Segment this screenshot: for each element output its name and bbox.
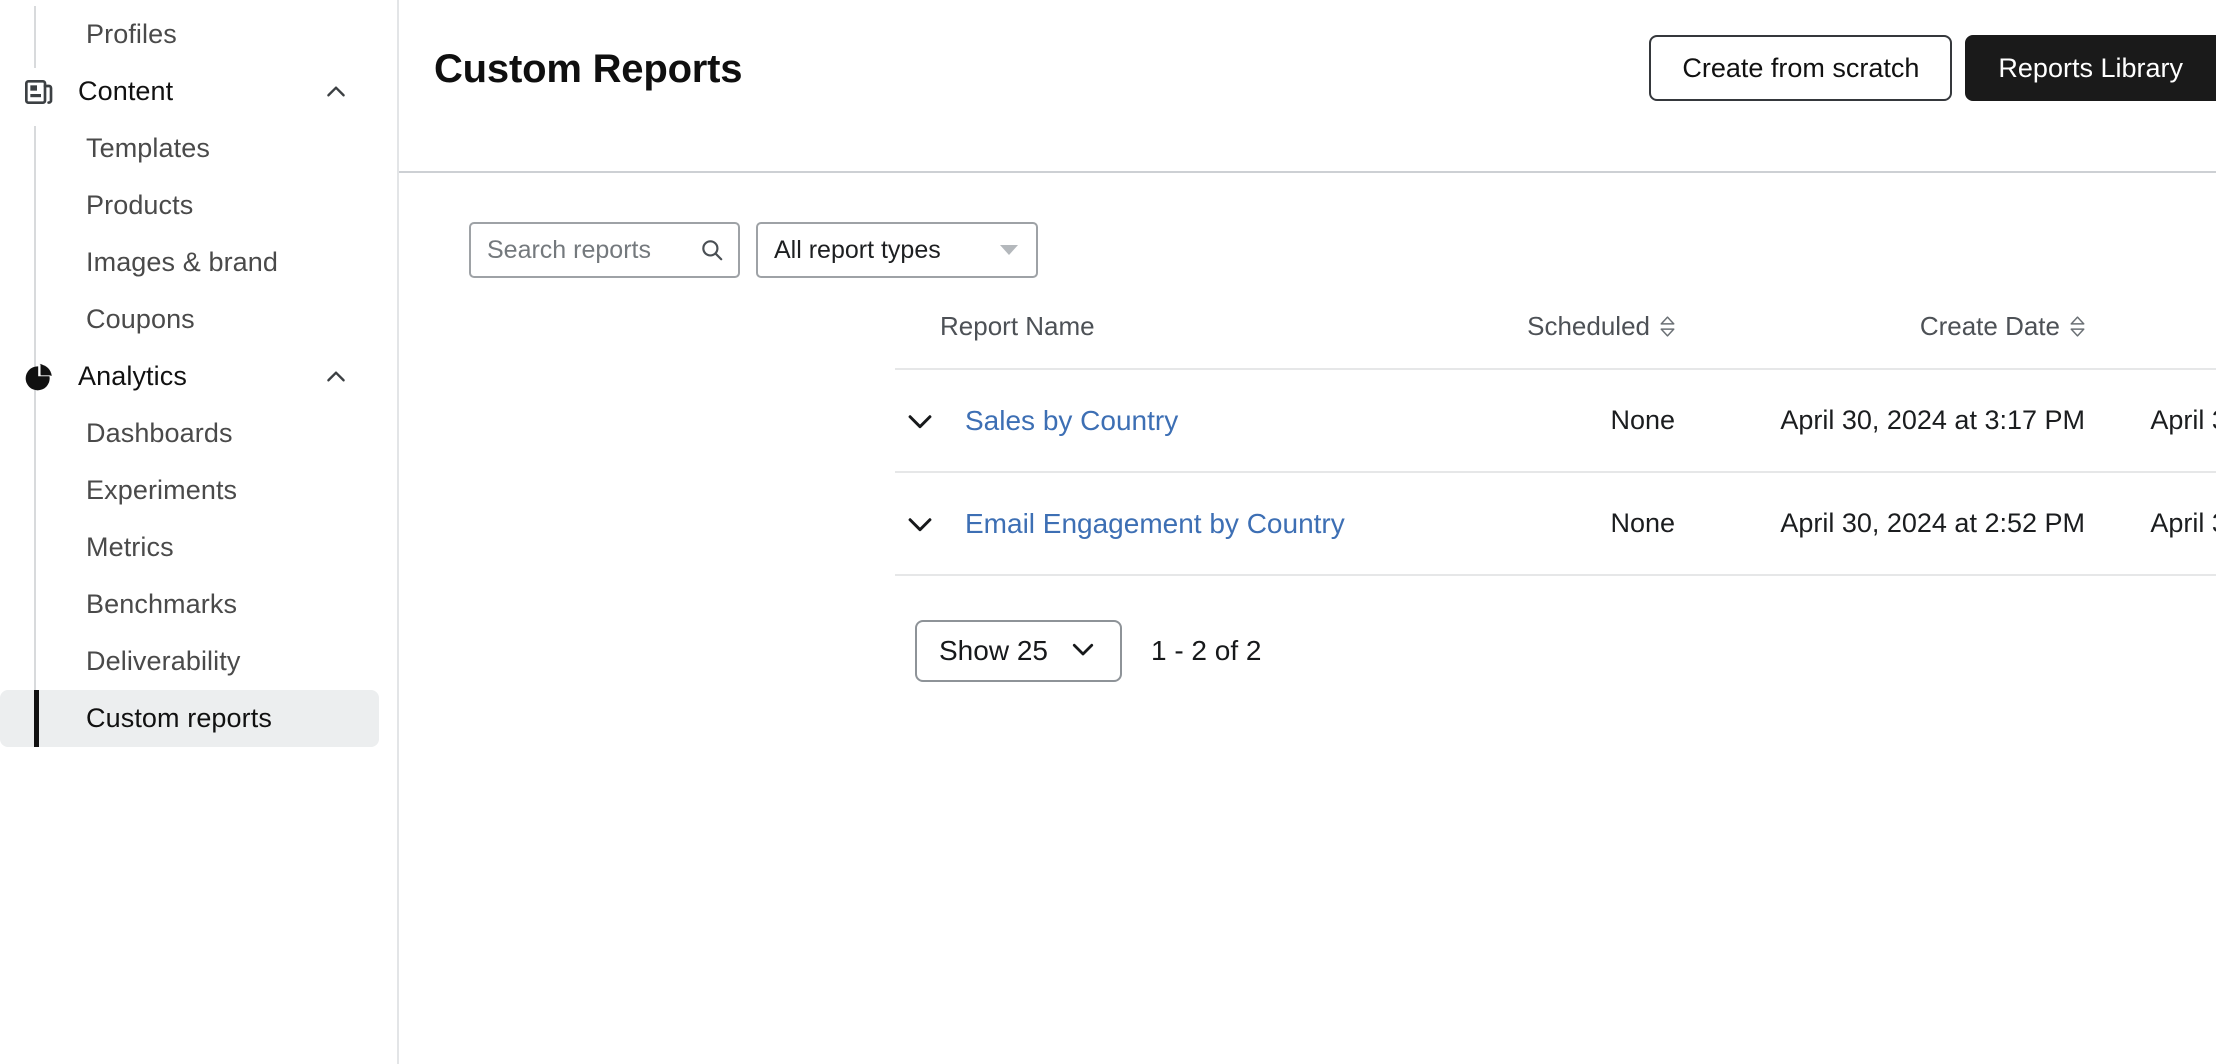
page-header: Custom Reports Create from scratch Repor…	[399, 0, 2216, 173]
sidebar-item-label: Metrics	[86, 532, 174, 563]
sidebar-item-deliverability[interactable]: Deliverability	[0, 633, 379, 690]
cell-last-run: April 30, 2024 at 2:52 PM	[2085, 472, 2216, 575]
column-header-scheduled[interactable]: Scheduled	[1415, 311, 1675, 369]
search-reports-box[interactable]	[469, 222, 740, 278]
sort-icon[interactable]	[1660, 316, 1675, 337]
cell-report-name: Sales by Country	[895, 369, 1415, 472]
page-size-label: Show 25	[939, 635, 1048, 667]
sidebar-item-experiments[interactable]: Experiments	[0, 462, 379, 519]
sidebar-item-label: Products	[86, 190, 193, 221]
content-newspaper-icon	[22, 75, 56, 109]
sidebar-item-label: Profiles	[86, 19, 177, 50]
table-head: Report Name Scheduled	[895, 311, 2216, 369]
expand-row-chevron-down-icon[interactable]	[903, 404, 937, 438]
sort-icon[interactable]	[2070, 316, 2085, 337]
sidebar-item-label: Coupons	[86, 304, 195, 335]
table-row: Email Engagement by Country None April 3…	[895, 472, 2216, 575]
sidebar-item-label: Dashboards	[86, 418, 233, 449]
create-from-scratch-button[interactable]: Create from scratch	[1649, 35, 1952, 101]
sidebar-nav-list: Profiles Content	[0, 6, 397, 747]
search-input[interactable]	[471, 224, 738, 276]
chevron-up-icon[interactable]	[323, 364, 349, 390]
reports-table-container: Report Name Scheduled	[895, 311, 2216, 576]
report-name-link[interactable]: Sales by Country	[965, 405, 1178, 437]
column-label: Report Name	[940, 311, 1095, 342]
sidebar-item-coupons[interactable]: Coupons	[0, 291, 379, 348]
page-size-select[interactable]: Show 25	[915, 620, 1122, 682]
sidebar-item-label: Analytics	[78, 361, 187, 392]
app-root: Profiles Content	[0, 0, 2216, 1064]
pagination-controls: Show 25 1 - 2 of 2	[915, 620, 1261, 682]
sidebar-item-metrics[interactable]: Metrics	[0, 519, 379, 576]
chevron-up-icon[interactable]	[323, 79, 349, 105]
sidebar-item-custom-reports[interactable]: Custom reports	[0, 690, 379, 747]
table-body: Sales by Country None April 30, 2024 at …	[895, 369, 2216, 575]
chevron-down-icon	[1068, 634, 1098, 669]
reports-toolbar: All report types	[469, 222, 1038, 278]
column-label: Create Date	[1920, 311, 2060, 342]
header-actions: Create from scratch Reports Library	[1649, 35, 2216, 101]
main-content: Custom Reports Create from scratch Repor…	[399, 0, 2216, 1064]
sidebar-item-benchmarks[interactable]: Benchmarks	[0, 576, 379, 633]
report-name-link[interactable]: Email Engagement by Country	[965, 508, 1345, 540]
sidebar-item-label: Custom reports	[86, 703, 272, 734]
table-header-row: Report Name Scheduled	[895, 311, 2216, 369]
table-row: Sales by Country None April 30, 2024 at …	[895, 369, 2216, 472]
column-header-last-run[interactable]: Last Run	[2085, 311, 2216, 369]
report-type-select[interactable]: All report types	[756, 222, 1038, 278]
sidebar-item-label: Experiments	[86, 475, 237, 506]
sidebar-item-label: Images & brand	[86, 247, 278, 278]
expand-row-chevron-down-icon[interactable]	[903, 507, 937, 541]
sidebar-item-templates[interactable]: Templates	[0, 120, 379, 177]
column-label: Scheduled	[1527, 311, 1650, 342]
sidebar-item-label: Benchmarks	[86, 589, 237, 620]
column-header-report-name: Report Name	[895, 311, 1415, 369]
search-icon[interactable]	[699, 237, 725, 263]
sidebar: Profiles Content	[0, 0, 399, 1064]
sidebar-item-label: Deliverability	[86, 646, 240, 677]
column-header-create-date[interactable]: Create Date	[1675, 311, 2085, 369]
active-indicator	[34, 690, 39, 747]
page-title: Custom Reports	[434, 47, 742, 92]
cell-last-run: April 30, 2024 at 3:17 PM	[2085, 369, 2216, 472]
sidebar-item-images-and-brand[interactable]: Images & brand	[0, 234, 379, 291]
reports-table: Report Name Scheduled	[895, 311, 2216, 576]
sidebar-item-label: Content	[78, 76, 173, 107]
cell-scheduled: None	[1415, 472, 1675, 575]
sidebar-item-profiles[interactable]: Profiles	[0, 6, 379, 63]
cell-scheduled: None	[1415, 369, 1675, 472]
sidebar-item-label: Templates	[86, 133, 210, 164]
cell-create-date: April 30, 2024 at 2:52 PM	[1675, 472, 2085, 575]
sidebar-item-analytics[interactable]: Analytics	[0, 348, 379, 405]
pagination-range-label: 1 - 2 of 2	[1151, 635, 1262, 667]
reports-library-button[interactable]: Reports Library	[1965, 35, 2216, 101]
report-type-selected-label: All report types	[774, 236, 941, 265]
cell-create-date: April 30, 2024 at 3:17 PM	[1675, 369, 2085, 472]
chevron-down-icon	[1000, 245, 1018, 255]
analytics-pie-icon	[22, 360, 56, 394]
cell-report-name: Email Engagement by Country	[895, 472, 1415, 575]
sidebar-item-dashboards[interactable]: Dashboards	[0, 405, 379, 462]
sidebar-item-products[interactable]: Products	[0, 177, 379, 234]
sidebar-item-content[interactable]: Content	[0, 63, 379, 120]
